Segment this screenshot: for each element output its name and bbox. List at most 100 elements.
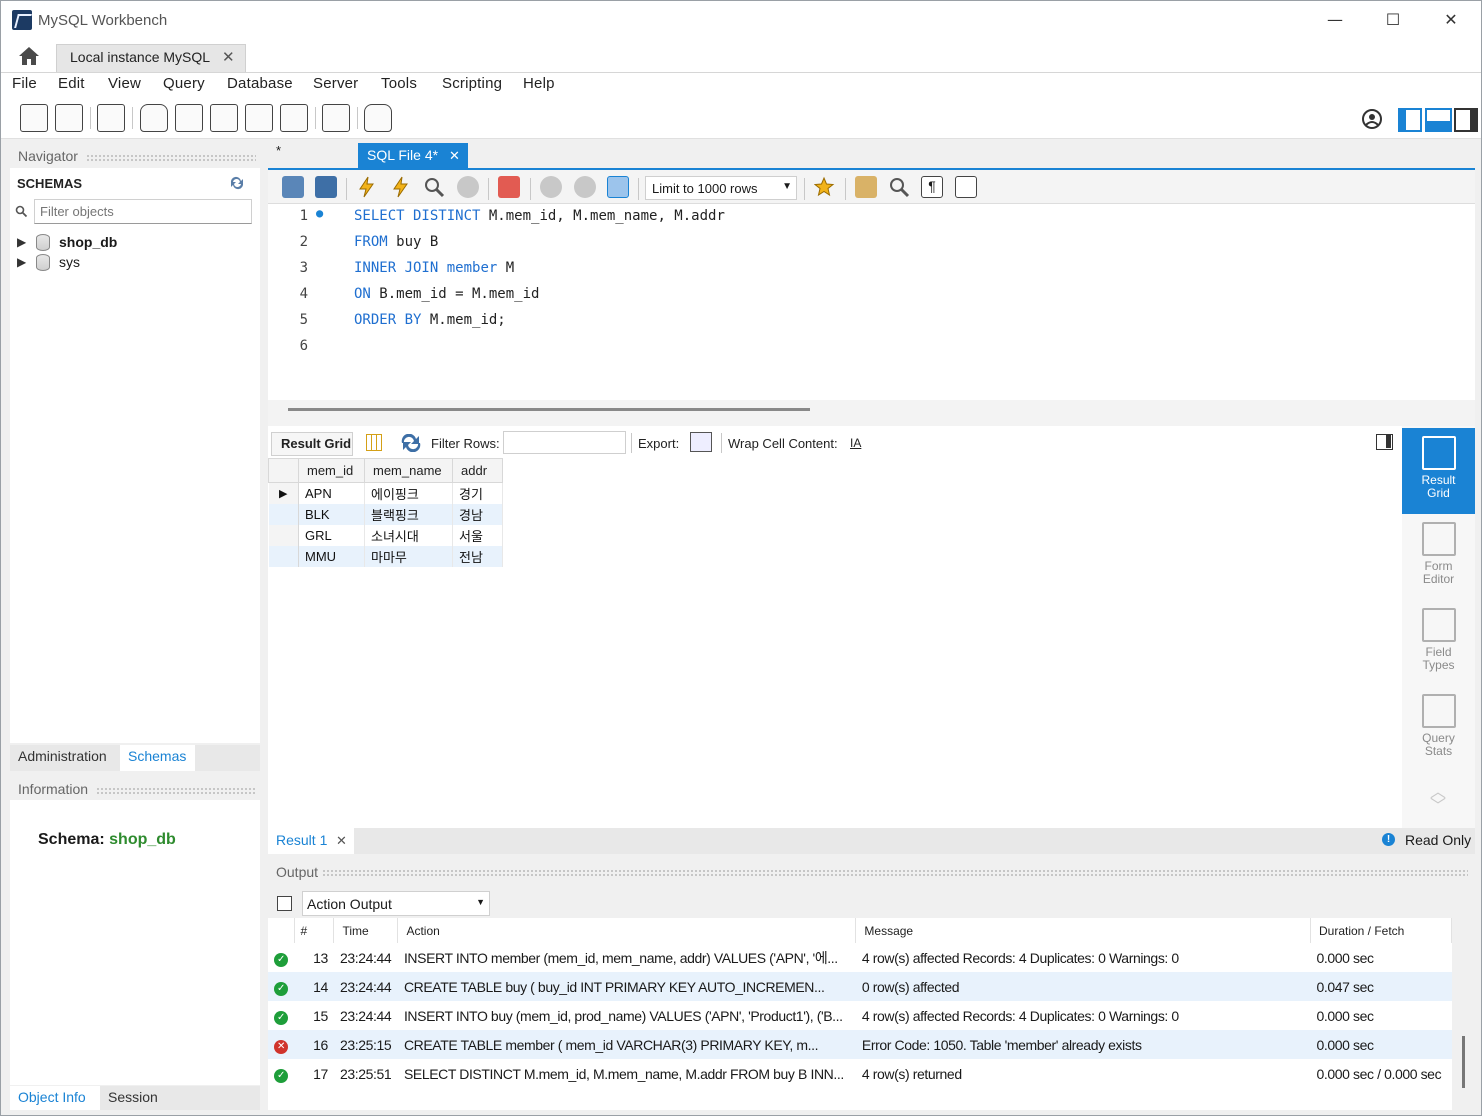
create-view-icon[interactable]: [210, 104, 238, 132]
menu-server[interactable]: Server: [313, 75, 358, 92]
menu-view[interactable]: View: [108, 75, 141, 92]
toggle-secondary-sidebar-icon[interactable]: [1454, 108, 1478, 132]
create-schema-icon[interactable]: [140, 104, 168, 132]
stop-icon[interactable]: [457, 176, 479, 198]
create-table-icon[interactable]: [175, 104, 203, 132]
rollback-icon[interactable]: [574, 176, 596, 198]
table-cell[interactable]: 에이핑크: [364, 482, 453, 504]
table-cell[interactable]: 소녀시대: [364, 524, 453, 546]
inspector-icon[interactable]: [97, 104, 125, 132]
menu-help[interactable]: Help: [523, 75, 555, 92]
table-row[interactable]: GRL 소녀시대 서울: [268, 524, 503, 546]
query-stats-side-button[interactable]: Query Stats: [1402, 686, 1475, 772]
expand-arrow-icon[interactable]: ▶: [17, 235, 26, 249]
column-header[interactable]: Time: [333, 918, 399, 943]
result-grid-side-button[interactable]: Result Grid: [1402, 428, 1475, 514]
column-header[interactable]: addr: [452, 458, 503, 483]
create-procedure-icon[interactable]: [245, 104, 273, 132]
schema-item-shop_db[interactable]: ▶ shop_db: [17, 234, 247, 254]
table-cell[interactable]: MMU: [298, 545, 365, 567]
open-file-icon[interactable]: [282, 176, 304, 198]
minimize-button[interactable]: —: [1312, 6, 1358, 34]
refresh-icon[interactable]: [400, 434, 422, 452]
filter-objects-input[interactable]: [34, 199, 252, 224]
column-header[interactable]: Duration / Fetch: [1310, 918, 1453, 943]
table-cell[interactable]: BLK: [298, 503, 365, 525]
column-header[interactable]: mem_name: [364, 458, 453, 483]
tab-schemas[interactable]: Schemas: [128, 748, 186, 764]
home-icon[interactable]: [16, 44, 42, 68]
toggle-result-panel-icon[interactable]: [1376, 434, 1393, 450]
limit-rows-select[interactable]: Limit to 1000 rows ▼: [645, 176, 797, 200]
commit-icon[interactable]: [540, 176, 562, 198]
wrap-cell-icon[interactable]: IA: [850, 436, 861, 450]
table-cell[interactable]: 전남: [452, 545, 503, 567]
expand-arrow-icon[interactable]: ▶: [17, 255, 26, 269]
table-cell[interactable]: 블랙핑크: [364, 503, 453, 525]
copy-output-icon[interactable]: [277, 896, 292, 911]
sql-code-editor[interactable]: 1 ● SELECT DISTINCT M.mem_id, M.mem_name…: [268, 204, 1475, 400]
create-function-icon[interactable]: [280, 104, 308, 132]
settings-icon[interactable]: [1360, 107, 1384, 131]
toggle-sidebar-icon[interactable]: [1398, 108, 1422, 132]
field-types-side-button[interactable]: Field Types: [1402, 600, 1475, 686]
column-header[interactable]: Action: [397, 918, 857, 943]
output-type-select[interactable]: Action Output ▼: [302, 891, 490, 916]
refresh-schemas-icon[interactable]: [229, 176, 245, 190]
table-row[interactable]: ✓ 15 23:24:44 INSERT INTO buy (mem_id, p…: [268, 1001, 1452, 1030]
table-cell[interactable]: 마마무: [364, 545, 453, 567]
add-snippet-icon[interactable]: [814, 176, 836, 198]
table-row[interactable]: MMU 마마무 전남: [268, 545, 503, 567]
search-table-data-icon[interactable]: [322, 104, 350, 132]
filter-rows-input[interactable]: [503, 431, 626, 454]
reconnect-icon[interactable]: [364, 104, 392, 132]
open-sql-script-icon[interactable]: [55, 104, 83, 132]
invisible-chars-icon[interactable]: ¶: [921, 176, 943, 198]
table-row[interactable]: ✓ 17 23:25:51 SELECT DISTINCT M.mem_id, …: [268, 1059, 1452, 1088]
menu-scripting[interactable]: Scripting: [442, 75, 502, 92]
execute-icon[interactable]: [356, 176, 378, 198]
column-header[interactable]: Message: [855, 918, 1311, 943]
maximize-button[interactable]: ☐: [1370, 6, 1416, 34]
menu-edit[interactable]: Edit: [58, 75, 85, 92]
tab-object-info[interactable]: Object Info: [18, 1089, 86, 1105]
tab-result-1[interactable]: Result 1: [276, 832, 327, 848]
word-wrap-icon[interactable]: [955, 176, 977, 198]
explain-icon[interactable]: [423, 176, 445, 198]
menu-query[interactable]: Query: [163, 75, 205, 92]
schema-item-sys[interactable]: ▶ sys: [17, 254, 247, 274]
sql-tab-close-icon[interactable]: ✕: [449, 148, 460, 164]
grid-view-icon[interactable]: [366, 434, 382, 451]
table-row[interactable]: ✓ 14 23:24:44 CREATE TABLE buy ( buy_id …: [268, 972, 1452, 1001]
table-row[interactable]: ✓ 13 23:24:44 INSERT INTO member (mem_id…: [268, 943, 1452, 972]
table-cell[interactable]: 서울: [452, 524, 503, 546]
close-button[interactable]: ✕: [1428, 6, 1474, 34]
editor-horizontal-scrollbar[interactable]: [288, 408, 810, 411]
connection-tab-close-icon[interactable]: ✕: [222, 48, 235, 66]
toggle-output-icon[interactable]: [1425, 108, 1452, 132]
table-row[interactable]: BLK 블랙핑크 경남: [268, 503, 503, 525]
column-header[interactable]: mem_id: [298, 458, 365, 483]
toggle-stop-on-error-icon[interactable]: [498, 176, 520, 198]
export-icon[interactable]: [690, 432, 712, 452]
scroll-up-down-icon[interactable]: ︿ ﹀: [1430, 785, 1446, 815]
new-sql-tab-icon[interactable]: [20, 104, 48, 132]
table-cell[interactable]: GRL: [298, 524, 365, 546]
beautify-icon[interactable]: [855, 176, 877, 198]
save-icon[interactable]: [315, 176, 337, 198]
auto-commit-icon[interactable]: [607, 176, 629, 198]
output-vertical-scrollbar[interactable]: [1462, 1036, 1465, 1088]
column-header[interactable]: #: [294, 918, 335, 943]
find-icon[interactable]: [888, 176, 910, 198]
execute-current-icon[interactable]: [390, 176, 412, 198]
menu-file[interactable]: File: [12, 75, 37, 92]
form-editor-side-button[interactable]: Form Editor: [1402, 514, 1475, 600]
tab-session[interactable]: Session: [108, 1089, 158, 1105]
menu-tools[interactable]: Tools: [381, 75, 417, 92]
tab-administration[interactable]: Administration: [18, 748, 107, 764]
table-row[interactable]: ✕ 16 23:25:15 CREATE TABLE member ( mem_…: [268, 1030, 1452, 1059]
table-cell[interactable]: 경남: [452, 503, 503, 525]
result-tab-close-icon[interactable]: ✕: [336, 833, 347, 849]
table-cell[interactable]: 경기: [452, 482, 503, 504]
tab-sql-file[interactable]: SQL File 4* ✕: [358, 143, 468, 169]
